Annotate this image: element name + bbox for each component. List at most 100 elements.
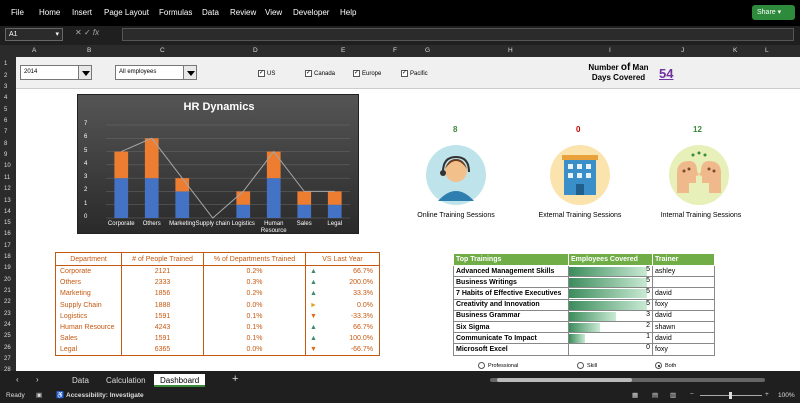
employees-covered[interactable]: 1 [568,332,653,345]
people-trained[interactable]: 2333 [121,276,204,289]
menu-file[interactable]: File [11,8,24,17]
employees-covered[interactable]: 5 [568,276,653,289]
accessibility-icon[interactable]: ♿ [56,391,64,399]
col-header[interactable]: H [508,47,513,54]
row-header[interactable]: 3 [4,84,7,90]
col-header[interactable]: J [681,47,684,54]
pct-trained[interactable]: 0.3% [203,276,306,289]
col-header[interactable]: C [160,47,165,54]
menu-page-layout[interactable]: Page Layout [104,8,149,17]
dept-name[interactable]: Logistics [55,310,122,322]
formula-input[interactable] [122,28,794,41]
checkbox-europe[interactable]: ✓ Europe [353,70,381,77]
vs-last-year-cell[interactable]: ▲ 100.0% [305,333,380,345]
cancel-icon[interactable]: ✕ [75,28,82,37]
bar-series-2[interactable] [266,151,281,179]
row-header[interactable]: 1 [4,61,7,67]
normal-view-icon[interactable]: ▦ [632,391,638,399]
chevron-down-icon[interactable] [78,65,92,80]
col-header[interactable]: G [425,47,430,54]
menu-review[interactable]: Review [230,8,256,17]
bar-series-1[interactable] [297,204,312,218]
bar-series-2[interactable] [297,191,312,205]
tab-next-icon[interactable]: › [36,375,39,384]
tab-data[interactable]: Data [66,374,95,387]
vs-last-year-cell[interactable]: ▼ -66.7% [305,344,380,357]
tab-dashboard[interactable]: Dashboard [154,374,206,387]
pct-trained[interactable]: 0.2% [203,288,306,300]
training-name[interactable]: Microsoft Excel [453,343,569,356]
employees-covered[interactable]: 3 [568,309,653,322]
people-trained[interactable]: 1856 [121,288,204,300]
vs-last-year-cell[interactable]: ► 0.0% [305,299,380,311]
col-header[interactable]: D [253,47,258,54]
radio-both[interactable]: Both [655,362,676,369]
pct-trained[interactable]: 0.0% [203,344,306,357]
row-header[interactable]: 21 [4,288,11,294]
people-trained[interactable]: 1591 [121,310,204,322]
training-name[interactable]: Communicate To Impact [453,332,569,345]
trainer[interactable]: david [652,287,715,300]
page-break-icon[interactable]: ▥ [670,391,676,399]
checkbox-canada[interactable]: ✓ Canada [305,70,335,77]
training-name[interactable]: Business Writings [453,276,569,289]
bar-series-1[interactable] [175,191,190,218]
row-header[interactable]: 2 [4,73,7,79]
col-header[interactable]: A [32,47,36,54]
col-header[interactable]: L [765,47,769,54]
header-people[interactable]: # of People Trained [121,252,204,266]
menu-formulas[interactable]: Formulas [159,8,192,17]
tab-calculation[interactable]: Calculation [100,374,152,387]
employees-covered[interactable]: 5 [568,287,653,300]
bar-series-2[interactable] [327,191,342,205]
menu-developer[interactable]: Developer [293,8,329,17]
row-header[interactable]: 5 [4,107,7,113]
row-header[interactable]: 20 [4,277,11,283]
people-trained[interactable]: 1888 [121,299,204,311]
people-trained[interactable]: 2121 [121,265,204,277]
dept-name[interactable]: Supply Chain [55,299,122,311]
share-button[interactable]: Share ▾ [752,5,795,20]
menu-insert[interactable]: Insert [72,8,92,17]
chevron-down-icon[interactable] [183,65,197,80]
hr-dynamics-chart[interactable]: HR Dynamics 0 1 2 3 4 5 6 7 Corporate Others Marke… [77,94,359,234]
row-header[interactable]: 17 [4,243,11,249]
row-header[interactable]: 10 [4,163,11,169]
tab-prev-icon[interactable]: ‹ [16,375,19,384]
zoom-thumb[interactable] [729,392,732,399]
row-header[interactable]: 14 [4,209,11,215]
header-trainer[interactable]: Trainer [652,253,715,266]
trainer[interactable]: david [652,332,715,345]
dept-name[interactable]: Others [55,276,122,289]
trainer[interactable]: foxy [652,298,715,311]
employees-covered[interactable]: 0 [568,343,653,356]
employees-covered[interactable]: 5 [568,298,653,311]
header-vs-last-year[interactable]: VS Last Year [305,252,380,266]
accessibility-status[interactable]: Accessibility: Investigate [66,392,144,399]
employees-covered[interactable]: 5 [568,264,653,278]
training-name[interactable]: Business Grammar [453,309,569,322]
people-trained[interactable]: 6365 [121,344,204,357]
vs-last-year-cell[interactable]: ▲ 200.0% [305,276,380,289]
checkbox-pacific[interactable]: ✓ Pacific [401,70,428,77]
vs-last-year-cell[interactable]: ▼ -33.3% [305,310,380,322]
year-dropdown[interactable]: 2014 [20,65,92,80]
menu-home[interactable]: Home [39,8,60,17]
row-header[interactable]: 15 [4,220,11,226]
people-trained[interactable]: 1591 [121,333,204,345]
header-department[interactable]: Department [55,252,122,266]
col-header[interactable]: F [393,47,397,54]
vs-last-year-cell[interactable]: ▲ 66.7% [305,265,380,277]
training-name[interactable]: Advanced Management Skills [453,264,569,278]
bar-series-1[interactable] [114,178,129,218]
header-percent[interactable]: % of Departments Trained [203,252,306,266]
menu-help[interactable]: Help [340,8,356,17]
menu-view[interactable]: View [265,8,282,17]
dept-name[interactable]: Legal [55,344,122,357]
row-header[interactable]: 27 [4,356,11,362]
trainer[interactable]: david [652,309,715,322]
page-layout-icon[interactable]: ▤ [652,391,658,399]
row-header[interactable]: 4 [4,95,7,101]
training-name[interactable]: Creativity and Innovation [453,298,569,311]
employees-dropdown[interactable]: All employees [115,65,197,80]
